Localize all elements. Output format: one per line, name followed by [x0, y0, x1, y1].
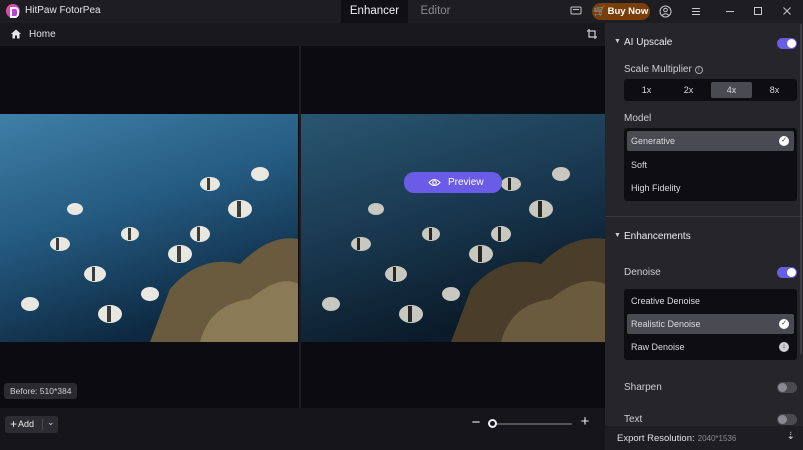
sharpen-toggle[interactable] [777, 382, 797, 393]
export-resolution-label: Export Resolution: 2040*1536 [617, 433, 736, 444]
account-icon[interactable] [659, 5, 672, 18]
scale-option-8x[interactable]: 8x [754, 82, 795, 98]
app-logo-icon [6, 4, 20, 18]
before-size-badge: Before: 510*384 [4, 383, 78, 399]
denoise-option-realistic[interactable]: Realistic Denoise ✓ [627, 314, 794, 334]
model-list: Generative ✓ Soft High Fidelity [624, 128, 797, 201]
denoise-toggle[interactable] [777, 267, 797, 278]
double-chevron-down-icon[interactable]: ⇣ [787, 431, 795, 442]
denoise-list: Creative Denoise Realistic Denoise ✓ Raw … [624, 289, 797, 360]
text-toggle[interactable] [777, 414, 797, 425]
tab-editor[interactable]: Editor [408, 0, 463, 23]
add-label: Add [18, 419, 35, 429]
section-divider [605, 216, 803, 217]
denoise-label: Denoise [624, 267, 661, 278]
sharpen-label: Sharpen [624, 382, 662, 393]
denoise-option-creative[interactable]: Creative Denoise [627, 291, 794, 311]
zoom-slider-track[interactable] [492, 423, 572, 425]
scale-option-2x[interactable]: 2x [668, 82, 709, 98]
export-resolution-text: Export Resolution: [617, 433, 695, 444]
preview-button[interactable]: Preview [404, 172, 502, 193]
maximize-icon[interactable] [751, 5, 764, 18]
minimize-icon[interactable] [723, 5, 736, 18]
scale-multiplier-label: Scale Multiplier i [624, 64, 703, 75]
home-icon[interactable] [9, 27, 23, 41]
cart-icon: 🛒 [593, 6, 606, 17]
denoise-option-text: Realistic Denoise [631, 319, 701, 329]
ai-upscale-header[interactable]: ▼ AI Upscale [605, 33, 803, 53]
model-option-generative[interactable]: Generative ✓ [627, 131, 794, 151]
close-icon[interactable] [780, 5, 793, 18]
export-resolution-bar: Export Resolution: 2040*1536 ⇣ [605, 426, 803, 450]
caret-down-icon: ▼ [614, 232, 621, 239]
menu-icon[interactable] [689, 5, 702, 18]
scale-multiplier-text: Scale Multiplier [624, 64, 692, 75]
export-resolution-value: 2040*1536 [697, 434, 737, 443]
crop-icon[interactable] [586, 28, 598, 40]
model-label: Model [624, 113, 652, 124]
chat-icon[interactable] [569, 5, 582, 18]
plus-icon: + [10, 417, 18, 431]
scale-multiplier-selector: 1x 2x 4x 8x [624, 79, 797, 101]
denoise-option-raw[interactable]: Raw Denoise ↓ [627, 337, 794, 357]
app-title: HitPaw FotorPea [25, 5, 101, 16]
preview-label: Preview [448, 177, 484, 188]
title-bar: HitPaw FotorPea Enhancer Editor 🛒 Buy Now [0, 0, 803, 23]
tab-enhancer[interactable]: Enhancer [341, 0, 408, 23]
panel-scrollbar[interactable] [800, 24, 802, 354]
enhancements-title: Enhancements [624, 231, 691, 242]
buy-now-label: Buy Now [607, 6, 649, 17]
denoise-option-text: Raw Denoise [631, 342, 685, 352]
text-label: Text [624, 414, 643, 425]
before-image [0, 114, 298, 342]
buy-now-button[interactable]: 🛒 Buy Now [592, 3, 650, 20]
caret-down-icon: ▼ [614, 38, 621, 45]
image-canvas[interactable] [0, 46, 605, 408]
chevron-down-icon[interactable]: ⌄ [47, 417, 55, 428]
zoom-slider-handle[interactable] [488, 419, 497, 428]
breadcrumb-bar: Home [0, 23, 605, 46]
zoom-in-button[interactable]: + [579, 413, 591, 430]
add-button[interactable]: + Add ⌄ [5, 416, 58, 433]
model-option-soft[interactable]: Soft [627, 155, 794, 175]
scale-option-1x[interactable]: 1x [626, 82, 667, 98]
ai-upscale-title: AI Upscale [624, 37, 673, 48]
add-separator [42, 419, 43, 430]
bottom-toolbar: + Add ⌄ − + [0, 408, 605, 450]
check-icon: ✓ [779, 136, 789, 146]
model-option-text: Generative [631, 136, 676, 146]
settings-panel: ▼ AI Upscale Scale Multiplier i 1x 2x 4x … [605, 23, 803, 450]
model-option-high-fidelity[interactable]: High Fidelity [627, 178, 794, 198]
home-link[interactable]: Home [29, 29, 56, 40]
download-icon[interactable]: ↓ [779, 342, 789, 352]
zoom-out-button[interactable]: − [470, 414, 482, 431]
check-icon: ✓ [779, 319, 789, 329]
after-image [301, 114, 605, 342]
ai-upscale-toggle[interactable] [777, 38, 797, 49]
scale-option-4x[interactable]: 4x [711, 82, 752, 98]
enhancements-header[interactable]: ▼ Enhancements [605, 227, 803, 247]
info-icon[interactable]: i [694, 66, 703, 74]
eye-icon [428, 179, 441, 186]
